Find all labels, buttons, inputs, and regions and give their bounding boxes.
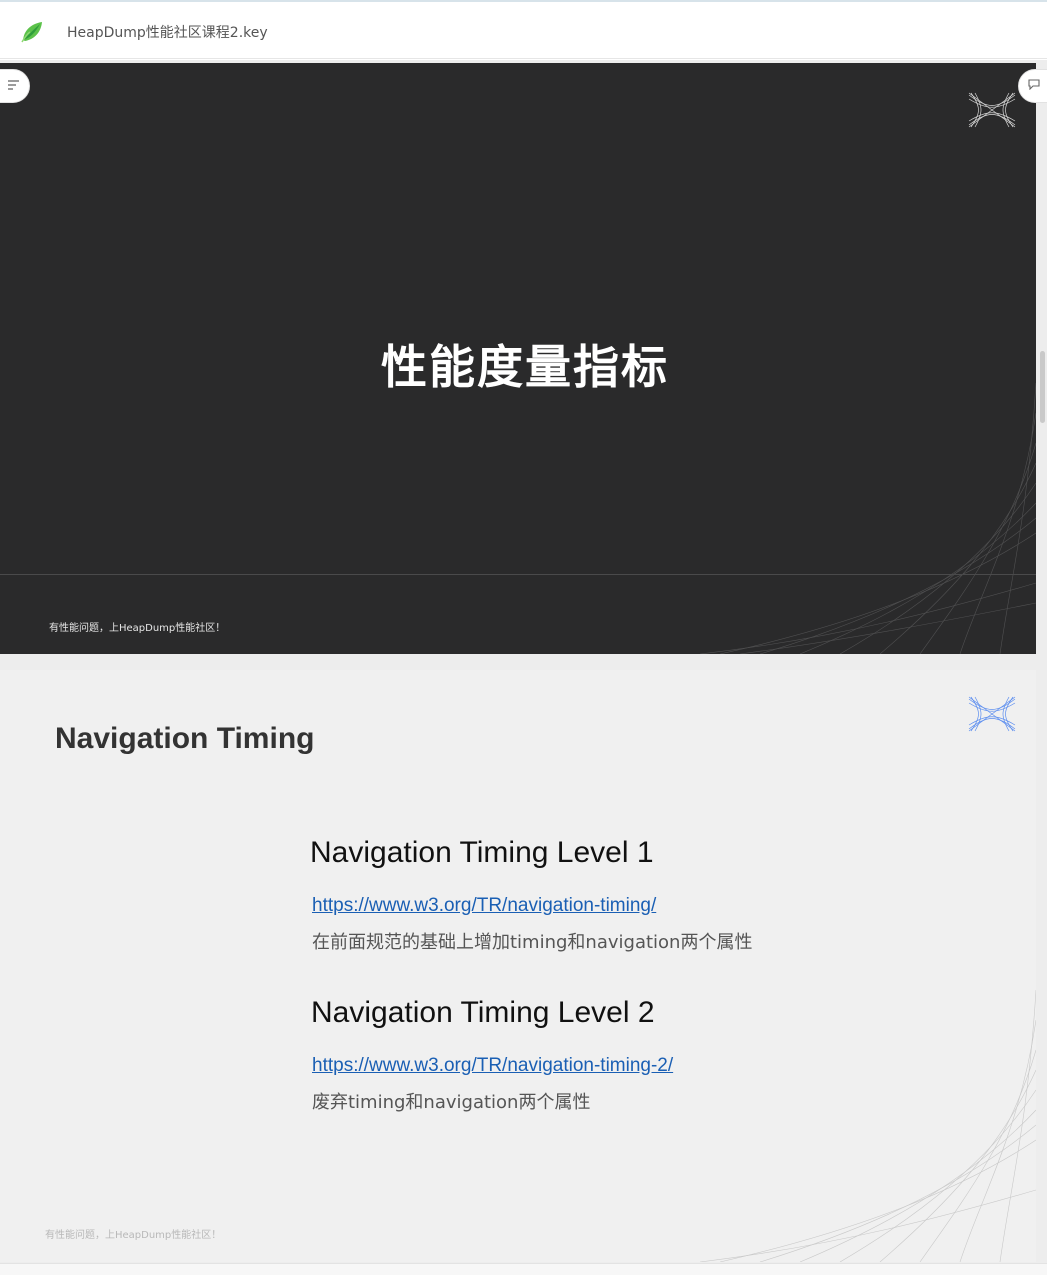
decorative-curves: [699, 989, 1036, 1262]
slide-heading: Navigation Timing: [55, 722, 315, 755]
slide-title: 性能度量指标: [381, 340, 669, 394]
scrollbar-thumb[interactable]: [1040, 351, 1045, 423]
top-bar: HeapDump性能社区课程2.key: [0, 0, 1047, 59]
divider: [0, 574, 1036, 575]
comment-icon: [1028, 77, 1040, 95]
section-title: Navigation Timing Level 2: [311, 996, 655, 1029]
spec-link[interactable]: https://www.w3.org/TR/navigation-timing-…: [312, 1055, 673, 1077]
green-leaf-logo-icon[interactable]: [20, 20, 46, 44]
spec-link[interactable]: https://www.w3.org/TR/navigation-timing/: [312, 895, 656, 917]
document-title: HeapDump性能社区课程2.key: [67, 25, 268, 41]
section-description: 在前面规范的基础上增加timing和navigation两个属性: [312, 932, 753, 953]
comment-button[interactable]: [1018, 69, 1047, 103]
section-title: Navigation Timing Level 1: [310, 836, 654, 869]
slide-footer: 有性能问题，上HeapDump性能社区！: [45, 1230, 222, 1241]
slide-footer: 有性能问题，上HeapDump性能社区！: [49, 623, 226, 634]
hourglass-mesh-logo-icon: [967, 91, 1017, 129]
slide-viewer[interactable]: 性能度量指标 有性能问题，上HeapDump性能社区！ Navigation T…: [0, 60, 1047, 1275]
hourglass-mesh-logo-icon: [967, 695, 1017, 733]
section-description: 废弃timing和navigation两个属性: [312, 1092, 591, 1113]
outline-list-icon: [8, 77, 20, 95]
slide-1: 性能度量指标 有性能问题，上HeapDump性能社区！: [0, 63, 1036, 654]
next-slide-edge: [0, 1263, 1047, 1275]
slide-2: Navigation Timing Navigation Timing Leve…: [0, 670, 1036, 1262]
